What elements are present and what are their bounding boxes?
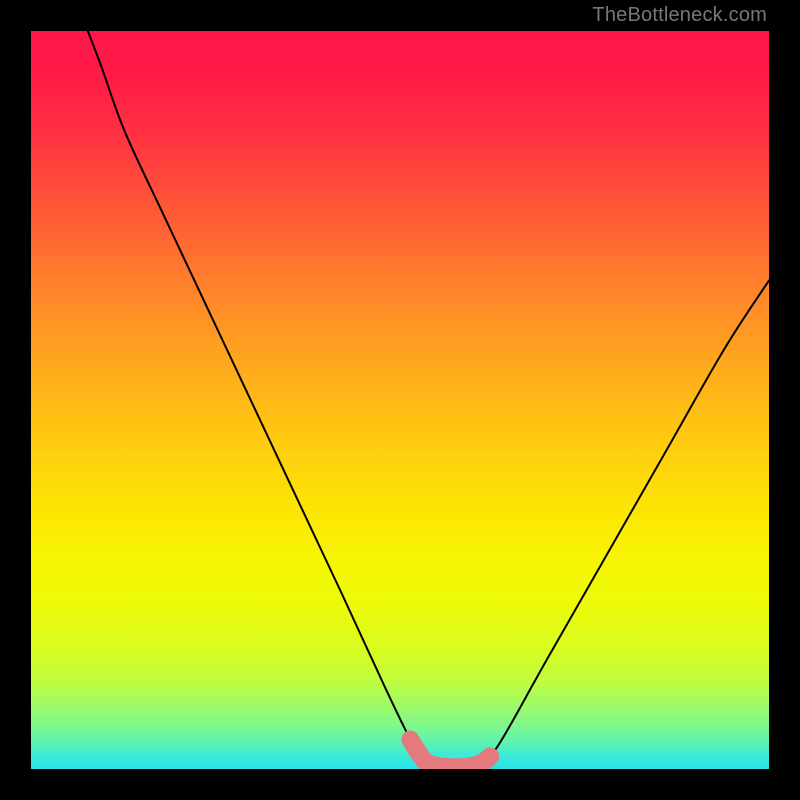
chart-svg — [31, 31, 769, 769]
watermark-text: TheBottleneck.com — [592, 4, 767, 27]
optimal-zone-highlight — [410, 739, 490, 767]
plot-area — [31, 31, 769, 769]
chart-frame: TheBottleneck.com — [0, 0, 800, 800]
bottleneck-curve — [88, 31, 769, 767]
